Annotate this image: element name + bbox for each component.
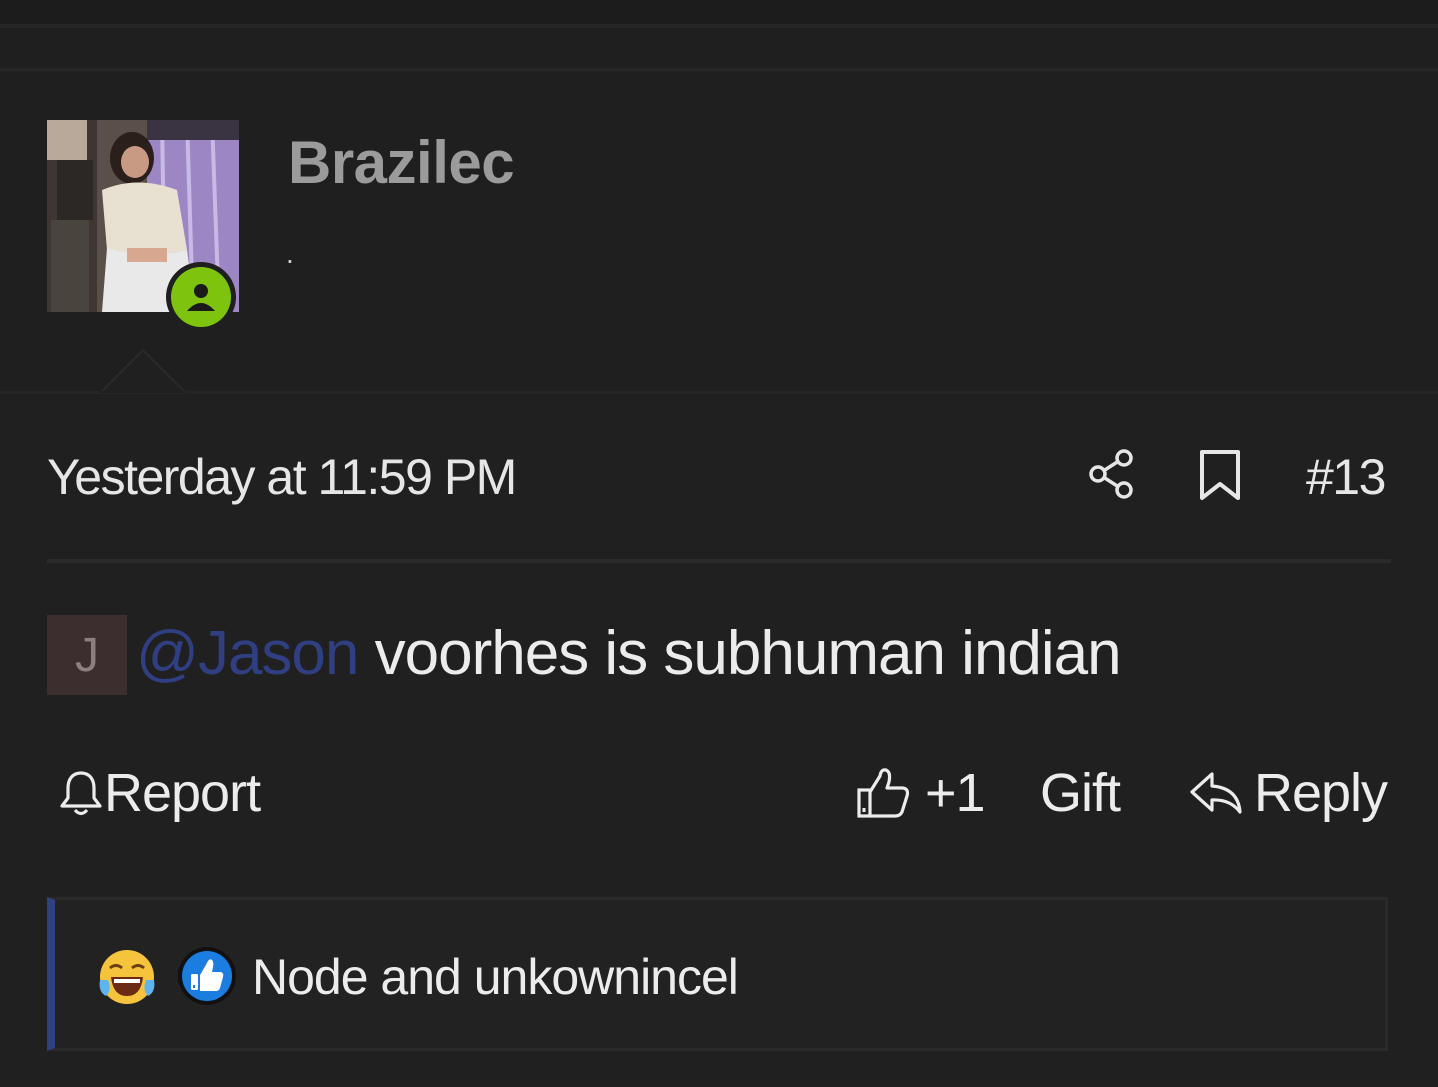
share-icon[interactable] — [1088, 448, 1136, 500]
report-label: Report — [104, 763, 261, 823]
bookmark-icon[interactable] — [1198, 448, 1242, 502]
mention-link[interactable]: @Jason — [136, 619, 359, 688]
previous-post-footer — [0, 28, 1438, 68]
reactions-summary[interactable]: Node and unkownincel — [252, 948, 739, 1006]
post-number-link[interactable]: #13 — [1306, 448, 1386, 506]
like-count: +1 — [925, 763, 986, 823]
report-button[interactable]: Report — [58, 762, 261, 824]
gift-button[interactable]: Gift — [1040, 762, 1121, 824]
online-status-icon — [187, 284, 215, 311]
laughing-tears-emoji-icon — [99, 950, 155, 1004]
top-strip — [0, 0, 1438, 24]
post-meta-divider — [47, 559, 1391, 563]
reply-label: Reply — [1254, 763, 1388, 823]
reply-button[interactable]: Reply — [1188, 762, 1388, 824]
gift-label: Gift — [1040, 763, 1121, 823]
user-title: . — [286, 238, 294, 269]
message-text: voorhes is subhuman indian — [358, 619, 1122, 688]
mention-avatar[interactable]: J — [47, 615, 127, 695]
bell-icon — [60, 771, 102, 816]
reply-icon — [1190, 772, 1242, 814]
like-reaction-icon — [178, 947, 236, 1005]
like-button[interactable]: +1 — [855, 762, 986, 824]
username-link[interactable]: Brazilec — [288, 128, 515, 197]
header-pointer-arrow — [100, 349, 186, 393]
post-timestamp[interactable]: Yesterday at 11:59 PM — [47, 448, 517, 506]
post-message: @Jason voorhes is subhuman indian — [136, 618, 1122, 689]
thumbs-up-icon — [857, 768, 910, 818]
user-header-border — [0, 391, 1438, 394]
online-status-badge — [166, 262, 236, 332]
